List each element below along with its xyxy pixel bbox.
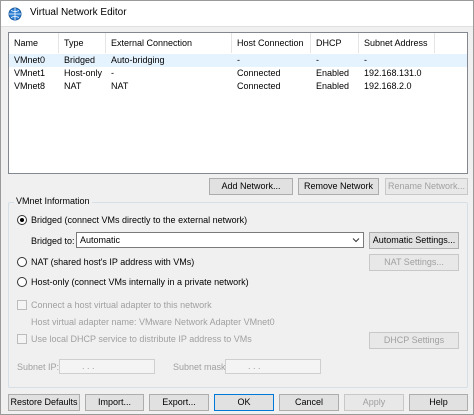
host-only-label[interactable]: Host-only (connect VMs internally in a p…: [31, 277, 249, 287]
subnet-mask-dots: . . .: [248, 361, 261, 371]
cell-subnet: 192.168.131.0: [364, 68, 422, 78]
cell-subnet: -: [364, 55, 367, 65]
cell-name: VMnet8: [14, 81, 46, 91]
network-globe-icon: [8, 7, 22, 21]
cell-host: Connected: [237, 68, 281, 78]
cell-subnet: 192.168.2.0: [364, 81, 412, 91]
add-network-button[interactable]: Add Network...: [209, 178, 293, 195]
rename-network-button[interactable]: Rename Network...: [385, 178, 468, 195]
cell-name: VMnet0: [14, 55, 46, 65]
remove-network-button[interactable]: Remove Network: [298, 178, 379, 195]
nat-label[interactable]: NAT (shared host's IP address with VMs): [31, 257, 194, 267]
cell-type: NAT: [64, 81, 82, 91]
cell-type: Bridged: [64, 55, 96, 65]
dhcp-settings-button[interactable]: DHCP Settings: [369, 332, 459, 349]
cell-host: Connected: [237, 81, 281, 91]
bridged-to-label: Bridged to:: [31, 236, 75, 246]
bridged-to-select[interactable]: Automatic: [76, 232, 364, 248]
cell-external: Auto-bridging: [111, 55, 165, 65]
list-header: Name Type External Connection Host Conne…: [9, 33, 467, 53]
chevron-down-icon: [352, 238, 360, 243]
subnet-ip-dots: . . .: [82, 361, 95, 371]
network-list[interactable]: Name Type External Connection Host Conne…: [8, 32, 468, 174]
automatic-settings-button[interactable]: Automatic Settings...: [369, 232, 459, 249]
column-header-external-connection[interactable]: External Connection: [106, 33, 232, 53]
cell-host: -: [237, 55, 240, 65]
dhcp-label[interactable]: Use local DHCP service to distribute IP …: [31, 334, 252, 344]
vmnet-information-title: VMnet Information: [14, 196, 92, 206]
title-bar[interactable]: Virtual Network Editor: [1, 1, 473, 27]
nat-settings-button[interactable]: NAT Settings...: [369, 254, 459, 271]
column-header-dhcp[interactable]: DHCP: [311, 33, 359, 53]
column-header-name[interactable]: Name: [9, 33, 59, 53]
export-button[interactable]: Export...: [149, 394, 209, 411]
connect-adapter-checkbox[interactable]: [17, 300, 27, 310]
dhcp-checkbox[interactable]: [17, 334, 27, 344]
cell-dhcp: Enabled: [316, 68, 350, 78]
bridged-label[interactable]: Bridged (connect VMs directly to the ext…: [31, 215, 247, 225]
column-header-type[interactable]: Type: [59, 33, 106, 53]
subnet-mask-label: Subnet mask:: [173, 362, 229, 372]
subnet-ip-input[interactable]: . . .: [59, 359, 155, 374]
column-header-subnet-address[interactable]: Subnet Address: [359, 33, 435, 53]
virtual-network-editor-window: Virtual Network Editor Name Type Externa…: [0, 0, 474, 415]
connect-adapter-label[interactable]: Connect a host virtual adapter to this n…: [31, 300, 212, 310]
bridged-to-value: Automatic: [80, 235, 121, 245]
table-row[interactable]: VMnet1 Host-only - Connected Enabled 192…: [9, 67, 467, 80]
subnet-ip-label: Subnet IP:: [17, 362, 60, 372]
cell-dhcp: -: [316, 55, 319, 65]
table-row[interactable]: VMnet8 NAT NAT Connected Enabled 192.168…: [9, 80, 467, 93]
window-title: Virtual Network Editor: [30, 7, 127, 18]
import-button[interactable]: Import...: [85, 394, 144, 411]
adapter-name-label: Host virtual adapter name: VMware Networ…: [31, 317, 275, 327]
nat-radio[interactable]: [17, 257, 27, 267]
column-header-host-connection[interactable]: Host Connection: [232, 33, 311, 53]
subnet-mask-input[interactable]: . . .: [225, 359, 321, 374]
cell-name: VMnet1: [14, 68, 46, 78]
cell-type: Host-only: [64, 68, 103, 78]
host-only-radio[interactable]: [17, 277, 27, 287]
ok-button[interactable]: OK: [214, 394, 274, 411]
help-button[interactable]: Help: [409, 394, 468, 411]
restore-defaults-button[interactable]: Restore Defaults: [8, 394, 80, 411]
cell-external: -: [111, 68, 114, 78]
cell-external: NAT: [111, 81, 129, 91]
bridged-radio[interactable]: [17, 215, 27, 225]
apply-button[interactable]: Apply: [344, 394, 404, 411]
table-row[interactable]: VMnet0 Bridged Auto-bridging - - -: [9, 54, 467, 67]
cancel-button[interactable]: Cancel: [279, 394, 339, 411]
cell-dhcp: Enabled: [316, 81, 350, 91]
